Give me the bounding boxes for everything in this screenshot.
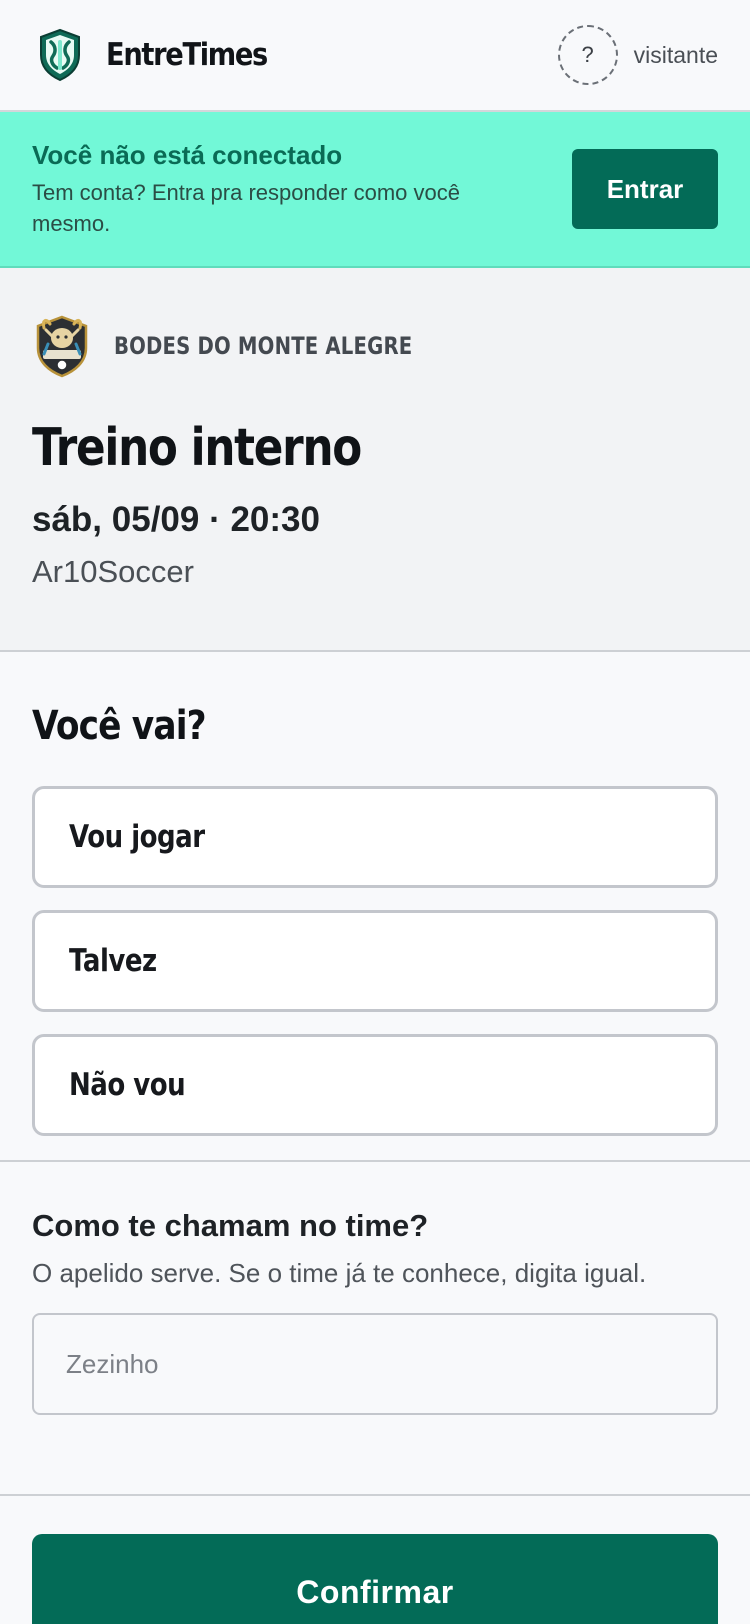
nickname-input[interactable] — [32, 1313, 718, 1415]
event-title: Treino interno — [32, 418, 362, 478]
rsvp-option-not-going[interactable]: Não vou — [32, 1034, 718, 1136]
not-logged-in-banner: Você não está conectado Tem conta? Entra… — [0, 112, 750, 268]
rsvp-option-maybe[interactable]: Talvez — [32, 910, 718, 1012]
event-datetime: sáb, 05/09 · 20:30 — [32, 500, 320, 539]
rsvp-option-label: Vou jogar — [69, 819, 205, 855]
user-avatar[interactable]: ? — [557, 25, 618, 85]
banner-title: Você não está conectado — [32, 139, 343, 170]
nickname-help: O apelido serve. Se o time já te conhece… — [32, 1258, 647, 1288]
rsvp-options: Vou jogar Talvez Não vou — [32, 786, 718, 1136]
confirm-button[interactable]: Confirmar — [32, 1534, 718, 1624]
rsvp-title: Você vai? — [32, 703, 207, 749]
team-crest-icon — [36, 315, 88, 378]
team-row: BODES DO MONTE ALEGRE — [32, 314, 718, 378]
brand-name: EntreTimes — [106, 37, 268, 73]
banner-subtitle: Tem conta? Entra pra responder como você… — [32, 179, 461, 236]
nickname-title: Como te chamam no time? — [32, 1208, 429, 1243]
app-header: EntreTimes ? visitante — [0, 0, 750, 112]
rsvp-option-label: Não vou — [69, 1067, 186, 1103]
page: EntreTimes ? visitante Você não está con… — [0, 0, 750, 1624]
login-button[interactable]: Entrar — [572, 149, 718, 229]
rsvp-section: Você vai? Vou jogar Talvez Não vou — [0, 652, 750, 1162]
event-details: BODES DO MONTE ALEGRE Treino interno sáb… — [0, 268, 750, 652]
team-name: BODES DO MONTE ALEGRE — [114, 332, 413, 360]
rsvp-option-going[interactable]: Vou jogar — [32, 786, 718, 888]
banner-text: Você não está conectado Tem conta? Entra… — [32, 140, 572, 239]
user-name[interactable]: visitante — [634, 42, 718, 69]
rsvp-option-label: Talvez — [69, 943, 157, 979]
confirm-wrap: Confirmar — [0, 1496, 750, 1624]
event-location: Ar10Soccer — [32, 554, 194, 589]
user-avatar-glyph: ? — [581, 42, 594, 67]
nickname-section: Como te chamam no time? O apelido serve.… — [0, 1162, 750, 1496]
shield-logo-icon[interactable] — [38, 28, 82, 82]
